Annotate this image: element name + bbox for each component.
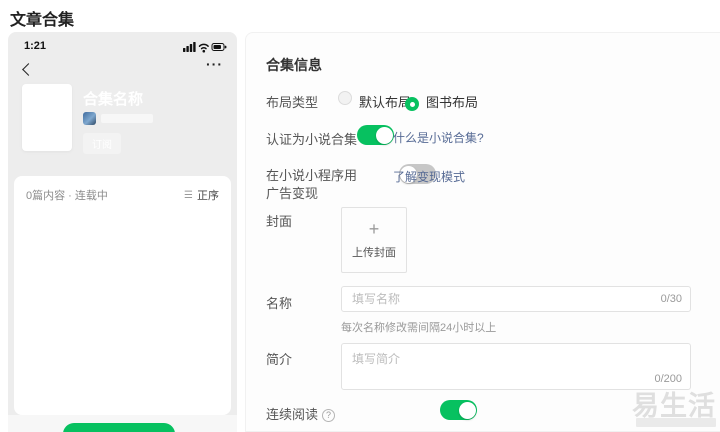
upload-cover-box[interactable]: + 上传封面 [341,207,407,273]
collection-name-preview: 合集名称 [83,88,143,109]
wifi-icon [200,44,209,48]
collection-cover-placeholder [22,84,72,151]
signal-icon [183,42,196,52]
novel-cert-label: 认证为小说合集 [266,129,357,148]
content-list-card: 0篇内容 · 连载中 ☰ 正序 [14,176,231,415]
statusbar-time: 1:21 [24,40,46,52]
layout-type-label: 布局类型 [266,92,318,111]
cover-label: 封面 [266,211,292,230]
name-counter: 0/30 [661,293,682,305]
name-hint: 每次名称修改需间隔24小时以上 [341,319,496,335]
name-input-wrap: 0/30 [341,286,691,312]
radio-book-layout-label[interactable]: 图书布局 [426,92,478,111]
avatar [83,112,96,125]
novel-cert-link[interactable]: 什么是小说合集? [393,129,484,146]
intro-textarea[interactable] [342,344,690,389]
section-title: 合集信息 [266,55,322,75]
content-summary: 0篇内容 · 连载中 [26,187,108,203]
more-icon[interactable]: ··· [206,56,223,72]
plus-icon: + [342,220,406,238]
intro-textarea-wrap: 0/200 [341,343,691,390]
sort-control[interactable]: ☰ 正序 [184,187,219,203]
phone-primary-button[interactable] [63,423,175,432]
radio-default-layout-label[interactable]: 默认布局 [359,92,411,111]
account-row [83,112,153,125]
ad-monetize-label-line1: 在小说小程序用 [266,165,357,184]
name-input[interactable] [342,287,690,311]
ad-monetize-link[interactable]: 了解变现模式 [393,168,465,185]
radio-book-layout[interactable] [405,97,419,111]
statusbar-icons [183,41,227,53]
collection-info-form: 合集信息 布局类型 默认布局 图书布局 认证为小说合集 什么是小说合集? 在小说… [245,32,720,432]
battery-icon [212,44,226,51]
wifi-dot [203,50,206,53]
sort-icon: ☰ [184,190,193,201]
radio-default-layout[interactable] [338,91,352,105]
subscribe-button[interactable]: 订阅 [83,133,121,154]
ad-monetize-label-line2: 广告变现 [266,183,318,202]
sort-label: 正序 [197,187,219,203]
novel-cert-toggle[interactable] [357,125,394,145]
account-name-placeholder [101,114,153,123]
phone-preview-panel: 1:21 ··· 合集名称 订阅 0篇内容 · 连载中 ☰ [8,32,237,432]
page-title: 文章合集 [10,6,74,30]
continuous-reading-label: 连续阅读? [266,404,335,423]
continuous-reading-toggle[interactable] [440,400,477,420]
name-label: 名称 [266,293,292,312]
upload-cover-label: 上传封面 [342,244,406,260]
back-icon[interactable] [20,62,36,78]
watermark-subtext-bar [636,418,716,427]
help-icon[interactable]: ? [322,409,335,422]
intro-label: 简介 [266,349,292,368]
